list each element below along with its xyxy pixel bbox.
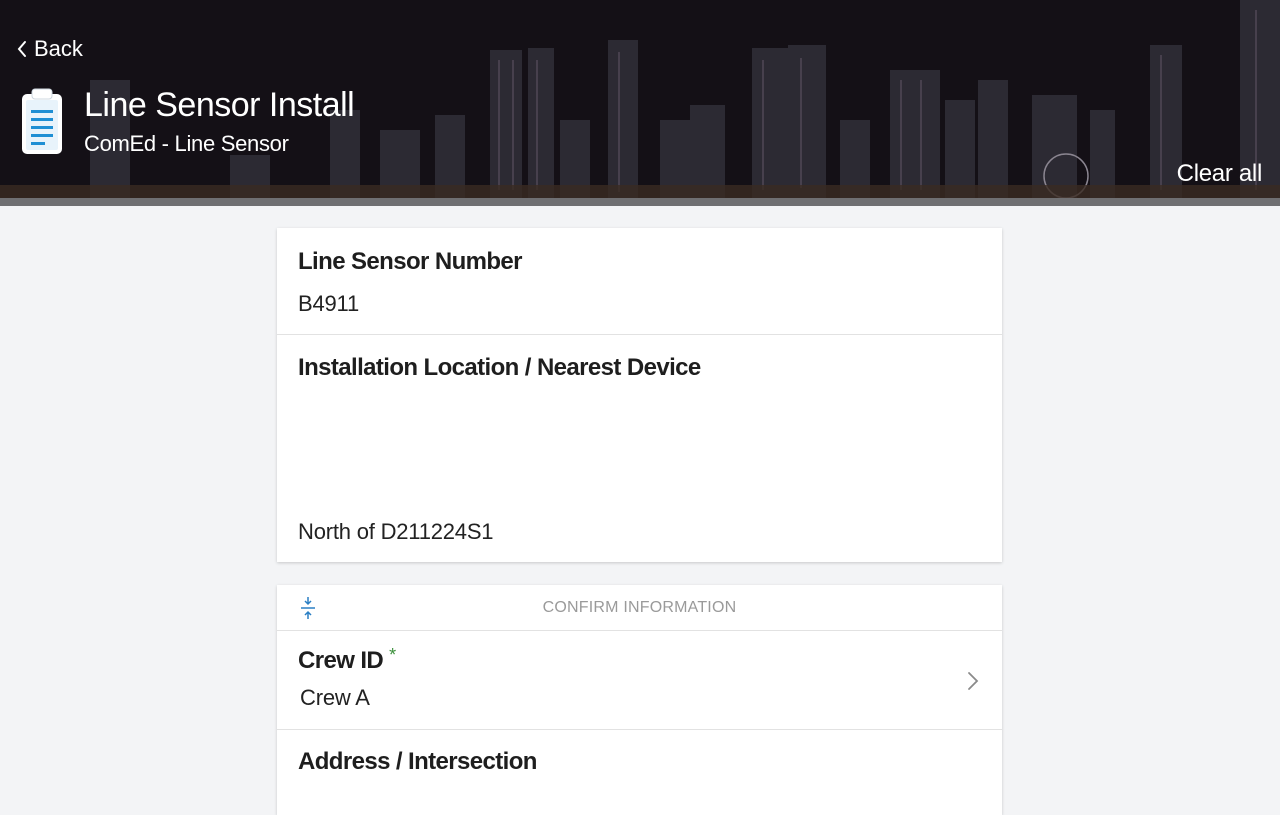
installation-location-label: Installation Location / Nearest Device bbox=[298, 354, 701, 381]
line-sensor-number-label: Line Sensor Number bbox=[298, 248, 523, 275]
header-divider bbox=[0, 198, 1280, 206]
page-title: Line Sensor Install bbox=[84, 86, 355, 124]
section-divider bbox=[277, 630, 1002, 631]
header-banner: Back Line Sensor Install ComEd - Line Se… bbox=[0, 0, 1280, 200]
installation-location-value[interactable]: North of D211224S1 bbox=[298, 519, 494, 545]
chevron-left-icon bbox=[17, 41, 26, 57]
clear-all-button[interactable]: Clear all bbox=[1177, 160, 1263, 188]
confirm-information-card: CONFIRM INFORMATION Crew ID * Crew A Addr… bbox=[277, 585, 1002, 815]
page-subtitle: ComEd - Line Sensor bbox=[84, 131, 289, 156]
field-divider bbox=[277, 729, 1002, 730]
crew-id-value: Crew A bbox=[300, 685, 370, 710]
field-divider bbox=[277, 334, 1002, 335]
confirm-section-heading: CONFIRM INFORMATION bbox=[542, 598, 737, 616]
clipboard-icon bbox=[22, 88, 62, 154]
required-marker: * bbox=[389, 645, 396, 665]
details-card: Line Sensor Number B4911 Installation Lo… bbox=[277, 228, 1002, 562]
back-label: Back bbox=[34, 36, 83, 61]
address-intersection-label: Address / Intersection bbox=[298, 748, 537, 775]
back-button[interactable]: Back bbox=[16, 34, 83, 64]
confirm-section-header[interactable]: CONFIRM INFORMATION bbox=[277, 585, 1002, 630]
collapse-icon[interactable] bbox=[299, 595, 317, 621]
line-sensor-number-value[interactable]: B4911 bbox=[298, 291, 359, 317]
crew-id-label: Crew ID * bbox=[298, 645, 396, 674]
chevron-right-icon bbox=[968, 672, 979, 690]
